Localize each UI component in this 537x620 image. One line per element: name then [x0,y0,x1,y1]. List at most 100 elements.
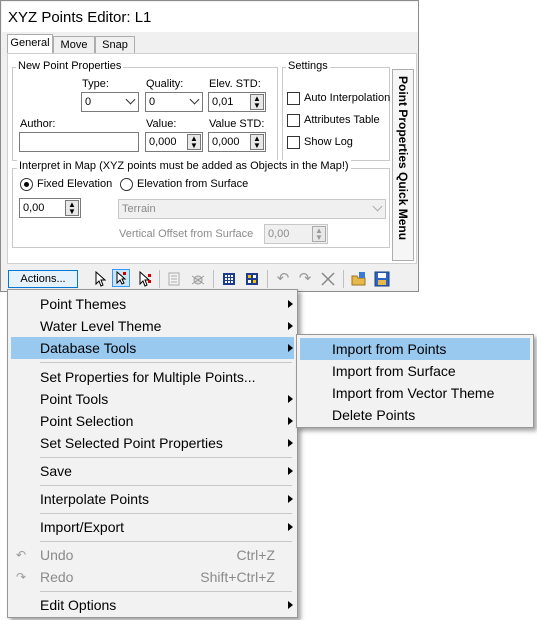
chevron-right-icon [288,322,293,330]
type-label: Type: [82,78,109,90]
value-field[interactable]: 0,000 ▲ ▼ [145,132,203,152]
author-label: Author: [20,118,56,130]
table-icon[interactable] [165,270,183,288]
menu-separator [40,485,292,486]
grid-icon[interactable] [220,270,238,288]
chevron-down-icon [372,201,383,212]
submenu-item-label: Import from Points [332,341,447,357]
save-icon[interactable] [373,270,391,288]
new-point-group-label: New Point Properties [16,60,124,72]
menu-item-set-selected-point-properties[interactable]: Set Selected Point Properties [11,432,294,454]
spinner-icon[interactable]: ▲ ▼ [187,134,201,150]
value-value: 0,000 [149,136,177,148]
point-properties-quick-menu-tab[interactable]: Point Properties Quick Menu [392,69,414,261]
tab-general[interactable]: General [7,34,53,53]
tab-snap[interactable]: Snap [95,36,135,53]
menu-item-label: Set Properties for Multiple Points... [40,369,256,385]
surface-select[interactable]: Terrain [118,199,386,219]
menu-item-redo[interactable]: ↷ Redo Shift+Ctrl+Z [11,566,294,588]
menu-item-save[interactable]: Save [11,460,294,482]
menu-item-point-tools[interactable]: Point Tools [11,388,294,410]
database-tools-submenu: Import from Points Import from Surface I… [296,334,534,428]
menu-item-undo[interactable]: ↶ Undo Ctrl+Z [11,544,294,566]
chevron-down-icon [125,94,136,105]
toolbar-separator [267,270,268,288]
chevron-right-icon [288,395,293,403]
show-log-checkbox[interactable] [287,136,300,149]
menu-item-label: Database Tools [40,340,137,356]
value-std-field[interactable]: 0,000 ▲ ▼ [208,132,266,152]
points-grid-icon[interactable] [243,270,261,288]
spinner-icon[interactable]: ▲ ▼ [65,200,79,216]
menu-item-label: Save [40,463,72,479]
author-field[interactable] [19,132,139,152]
interpret-group-label: Interpret in Map (XYZ points must be add… [17,160,351,172]
fixed-elevation-field[interactable]: 0,00 ▲ ▼ [19,198,81,218]
fixed-elevation-value: 0,00 [23,202,45,214]
spinner-icon[interactable]: ▲ ▼ [312,226,326,242]
redo-icon[interactable]: ↷ [296,270,314,288]
vertical-offset-field[interactable]: 0,00 ▲ ▼ [264,224,328,244]
vertical-offset-label: Vertical Offset from Surface [119,228,254,240]
menu-item-label: Undo [40,547,74,563]
submenu-item-import-from-vector-theme[interactable]: Import from Vector Theme [300,382,530,404]
menu-item-label: Point Themes [40,296,127,312]
toolbar-separator [159,270,160,288]
surface-value: Terrain [122,203,156,215]
menu-item-label: Interpolate Points [40,491,149,507]
menu-item-label: Water Level Theme [40,318,162,334]
menu-item-interpolate-points[interactable]: Interpolate Points [11,488,294,510]
fixed-elevation-label: Fixed Elevation [37,178,113,190]
submenu-item-import-from-points[interactable]: Import from Points [300,338,530,360]
chevron-right-icon [288,495,293,503]
undo-icon[interactable]: ↶ [274,270,292,288]
chevron-right-icon [288,439,293,447]
elevation-from-surface-radio[interactable] [120,178,133,191]
type-select[interactable]: 0 [81,92,139,112]
auto-interpolation-checkbox[interactable] [287,92,300,105]
submenu-item-label: Import from Surface [332,363,456,379]
menu-separator [40,513,292,514]
chevron-right-icon [288,601,293,609]
type-value: 0 [85,96,92,108]
elev-std-value: 0,01 [212,96,234,108]
tab-move[interactable]: Move [53,36,95,53]
value-std-label: Value STD: [209,118,265,130]
actions-button[interactable]: Actions... [8,270,78,288]
submenu-item-delete-points[interactable]: Delete Points [300,404,530,426]
open-folder-icon[interactable] [350,270,368,288]
menu-item-point-selection[interactable]: Point Selection [11,410,294,432]
menu-item-label: Point Tools [40,391,109,407]
menu-item-edit-options[interactable]: Edit Options [11,594,294,616]
menu-item-label: Point Selection [40,413,134,429]
pointer-icon[interactable] [91,270,109,288]
toolbar-separator [213,270,214,288]
spinner-icon[interactable]: ▲ ▼ [250,134,264,150]
fixed-elevation-radio[interactable] [20,178,33,191]
menu-item-database-tools[interactable]: Database Tools [11,337,294,359]
settings-group-label: Settings [286,60,330,72]
menu-separator [40,362,292,363]
select-points-icon[interactable] [112,269,130,287]
move-points-icon[interactable] [135,270,153,288]
menu-shortcut: Ctrl+Z [236,547,276,563]
spinner-icon[interactable]: ▲ ▼ [250,94,264,110]
quality-select[interactable]: 0 [145,92,203,112]
attributes-table-checkbox[interactable] [287,114,300,127]
actions-menu: Point Themes Water Level Theme Database … [7,289,298,618]
delete-icon[interactable] [319,270,337,288]
menu-item-import-export[interactable]: Import/Export [11,516,294,538]
elevation-from-surface-label: Elevation from Surface [137,178,249,190]
menu-shortcut: Shift+Ctrl+Z [200,569,275,585]
menu-item-water-level-theme[interactable]: Water Level Theme [11,315,294,337]
elev-std-label: Elev. STD: [209,78,261,90]
submenu-item-import-from-surface[interactable]: Import from Surface [300,360,530,382]
menu-item-label: Edit Options [40,597,117,613]
auto-interpolation-label: Auto Interpolation [304,92,390,104]
elev-std-field[interactable]: 0,01 ▲ ▼ [208,92,266,112]
chevron-right-icon [288,467,293,475]
menu-item-point-themes[interactable]: Point Themes [11,293,294,315]
bug-icon[interactable] [189,270,207,288]
menu-item-set-properties-multiple[interactable]: Set Properties for Multiple Points... [11,366,294,388]
show-log-label: Show Log [304,136,353,148]
